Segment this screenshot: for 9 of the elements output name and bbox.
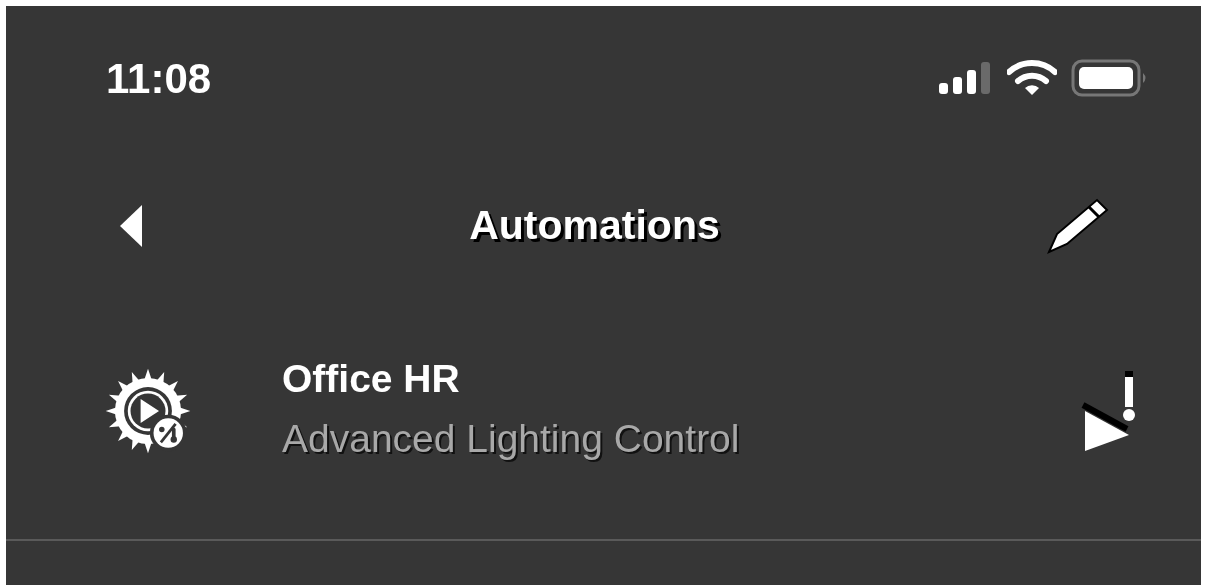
automation-subtitle: Advanced Lighting Control	[282, 415, 741, 462]
automation-row[interactable]: Office HR Advanced Lighting Control	[6, 296, 1201, 541]
status-time: 11:08	[106, 53, 212, 104]
run-warning-icon[interactable]	[1081, 368, 1137, 453]
back-icon[interactable]	[118, 203, 144, 249]
automation-name: Office HR	[282, 355, 461, 402]
signal-icon	[939, 61, 993, 95]
nav-title: Automations	[469, 201, 720, 251]
wifi-icon	[1007, 60, 1057, 96]
